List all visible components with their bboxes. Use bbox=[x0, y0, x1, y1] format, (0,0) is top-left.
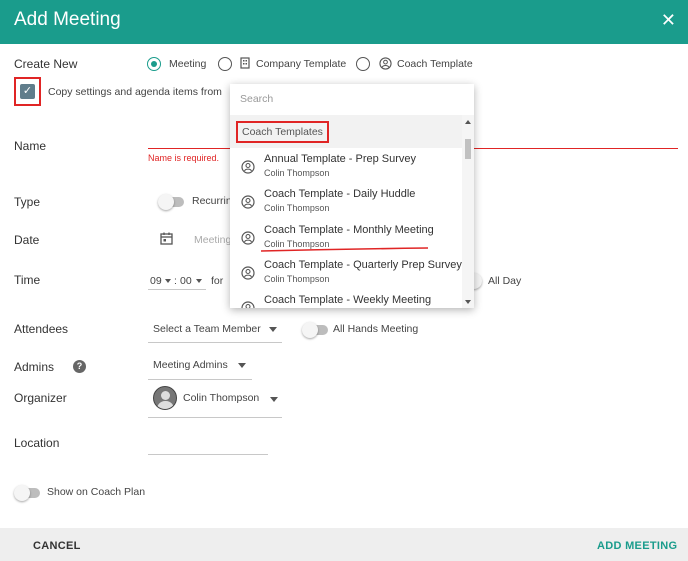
name-label: Name bbox=[14, 139, 47, 153]
template-dropdown: Search Coach Templates Annual Template -… bbox=[230, 84, 474, 308]
chevron-down-icon bbox=[196, 279, 202, 283]
for-label: for bbox=[211, 275, 224, 287]
list-item[interactable]: Coach Template - Weekly Meeting bbox=[230, 291, 462, 308]
attendees-underline bbox=[148, 342, 282, 343]
scroll-down-icon[interactable] bbox=[465, 300, 471, 304]
all-day-label: All Day bbox=[488, 275, 522, 287]
radio-coach-template-label: Coach Template bbox=[397, 58, 473, 70]
radio-company-template-label: Company Template bbox=[256, 58, 347, 70]
dialog-footer: CANCEL ADD MEETING bbox=[0, 528, 688, 561]
coach-icon bbox=[241, 195, 255, 209]
add-meeting-button[interactable]: ADD MEETING bbox=[597, 540, 677, 552]
dialog-title: Add Meeting bbox=[14, 9, 121, 30]
dropdown-scrollbar[interactable] bbox=[462, 115, 474, 308]
item-title: Coach Template - Daily Huddle bbox=[264, 188, 416, 200]
item-title: Annual Template - Prep Survey bbox=[264, 153, 417, 165]
time-minute-select[interactable]: 00 bbox=[180, 275, 192, 287]
chevron-down-icon bbox=[238, 363, 246, 368]
chevron-down-icon bbox=[165, 279, 171, 283]
building-icon bbox=[240, 57, 250, 69]
date-label: Date bbox=[14, 233, 40, 247]
location-input[interactable] bbox=[148, 454, 268, 455]
time-label: Time bbox=[14, 273, 41, 287]
admins-underline bbox=[148, 379, 252, 380]
dropdown-search-input[interactable]: Search bbox=[240, 93, 273, 105]
create-new-label: Create New bbox=[14, 57, 78, 71]
organizer-select[interactable]: Colin Thompson bbox=[183, 392, 259, 404]
all-hands-label: All Hands Meeting bbox=[333, 323, 419, 335]
coach-icon bbox=[241, 266, 255, 280]
item-owner: Colin Thompson bbox=[264, 203, 330, 213]
list-item[interactable]: Coach Template - Daily Huddle Colin Thom… bbox=[230, 185, 462, 220]
recurring-toggle[interactable] bbox=[158, 194, 184, 210]
radio-company-template[interactable] bbox=[218, 57, 232, 71]
dropdown-group-header: Coach Templates bbox=[230, 115, 462, 148]
all-hands-toggle[interactable] bbox=[302, 322, 328, 338]
coach-icon bbox=[241, 231, 255, 245]
help-icon[interactable]: ? bbox=[73, 360, 86, 373]
item-owner: Colin Thompson bbox=[264, 274, 330, 284]
radio-meeting-label: Meeting bbox=[169, 58, 207, 70]
list-item[interactable]: Coach Template - Quarterly Prep Survey C… bbox=[230, 256, 462, 291]
admins-select[interactable]: Meeting Admins bbox=[153, 359, 228, 371]
date-input[interactable]: Meeting bbox=[194, 234, 231, 246]
coach-icon bbox=[241, 301, 255, 308]
item-title: Coach Template - Quarterly Prep Survey bbox=[264, 259, 462, 271]
time-hour-select[interactable]: 09 bbox=[150, 275, 162, 287]
chevron-down-icon bbox=[269, 327, 277, 332]
name-error: Name is required. bbox=[148, 153, 220, 163]
scrollbar-thumb[interactable] bbox=[465, 139, 471, 159]
dialog-header: Add Meeting ✕ bbox=[0, 0, 688, 44]
time-underline bbox=[148, 289, 206, 290]
type-label: Type bbox=[14, 195, 41, 209]
cancel-button[interactable]: CANCEL bbox=[33, 540, 81, 552]
radio-coach-template[interactable] bbox=[356, 57, 370, 71]
radio-meeting[interactable] bbox=[147, 57, 161, 71]
red-underline-annotation bbox=[260, 247, 429, 252]
admins-label: Admins bbox=[14, 360, 55, 374]
time-colon: : bbox=[174, 275, 177, 287]
calendar-icon[interactable] bbox=[160, 232, 173, 245]
chevron-down-icon bbox=[270, 397, 278, 402]
attendees-select[interactable]: Select a Team Member bbox=[153, 323, 261, 335]
close-icon[interactable]: ✕ bbox=[661, 10, 676, 31]
scroll-up-icon[interactable] bbox=[465, 120, 471, 124]
recurring-label: Recurrin bbox=[192, 195, 232, 207]
copy-settings-checkbox[interactable]: ✓ bbox=[20, 84, 35, 99]
avatar bbox=[153, 386, 177, 410]
list-item[interactable]: Annual Template - Prep Survey Colin Thom… bbox=[230, 150, 462, 185]
list-item[interactable]: Coach Template - Monthly Meeting Colin T… bbox=[230, 221, 462, 256]
organizer-underline bbox=[148, 417, 282, 418]
coach-icon bbox=[241, 160, 255, 174]
copy-settings-label: Copy settings and agenda items from bbox=[48, 86, 222, 98]
item-owner: Colin Thompson bbox=[264, 168, 330, 178]
group-label: Coach Templates bbox=[236, 121, 329, 143]
coach-icon bbox=[379, 57, 392, 70]
item-title: Coach Template - Weekly Meeting bbox=[264, 294, 432, 306]
attendees-label: Attendees bbox=[14, 322, 69, 336]
organizer-label: Organizer bbox=[14, 391, 67, 405]
location-label: Location bbox=[14, 436, 60, 450]
item-title: Coach Template - Monthly Meeting bbox=[264, 224, 434, 236]
coach-plan-label: Show on Coach Plan bbox=[47, 486, 146, 498]
coach-plan-toggle[interactable] bbox=[14, 485, 40, 501]
